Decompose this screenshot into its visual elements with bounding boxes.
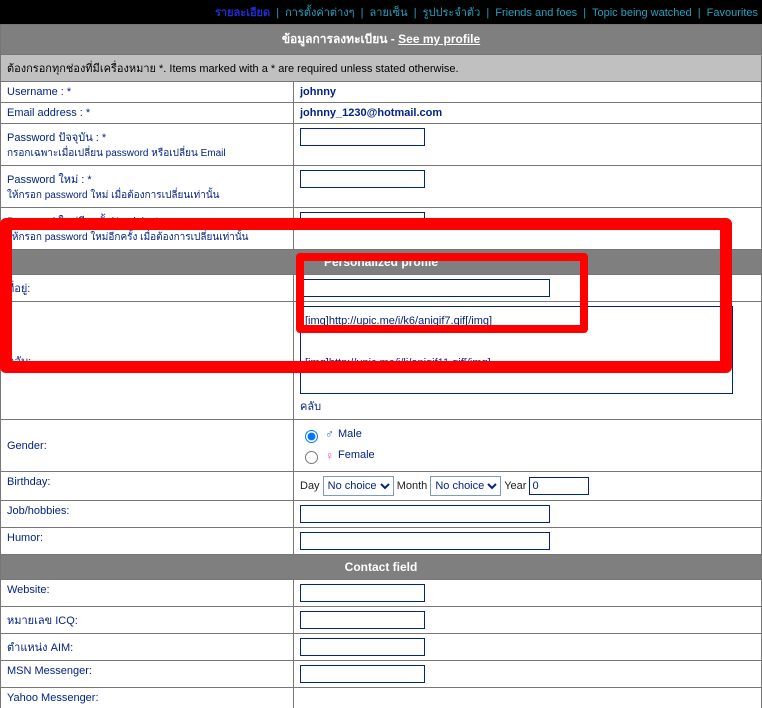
male-icon: ♂ [325, 424, 334, 446]
nav-signature[interactable]: ลายเซ็น [370, 7, 408, 19]
female-icon: ♀ [325, 446, 334, 468]
birthday-label: Birthday: [1, 472, 294, 501]
password-again-label: Password ใหม่อีกครั้ง(Again) : * ให้กรอก… [1, 208, 294, 250]
header-contact: Contact field [1, 555, 762, 580]
top-nav: รายละเอียด | การตั้งค่าต่างๆ | ลายเซ็น |… [0, 0, 762, 24]
password-again-input[interactable] [300, 212, 425, 230]
club-textarea[interactable] [300, 306, 733, 394]
club-label: คลับ: [1, 302, 294, 420]
day-select[interactable]: No choice [323, 476, 394, 496]
gender-female-text: Female [338, 446, 375, 466]
password-new-input[interactable] [300, 170, 425, 188]
gender-male-radio[interactable] [305, 430, 318, 443]
month-text: Month [397, 480, 428, 492]
username-label: Username : * [1, 82, 294, 103]
email-value: johnny_1230@hotmail.com [294, 103, 762, 124]
job-label: Job/hobbies: [1, 501, 294, 528]
password-current-label: Password ปัจจุบัน : * กรอกเฉพาะเมื่อเปลี… [1, 124, 294, 166]
header-personalized: Personalized profile [1, 250, 762, 275]
gender-male-text: Male [338, 425, 362, 445]
header-reginfo: ข้อมูลการลงทะเบียน - See my profile [1, 25, 762, 55]
location-label: ที่อยู่: [1, 275, 294, 302]
club-hint: คลับ [300, 397, 755, 415]
day-text: Day [300, 480, 320, 492]
email-label: Email address : * [1, 103, 294, 124]
year-text: Year [504, 480, 526, 492]
humor-label: Humor: [1, 528, 294, 555]
nav-favourites[interactable]: Favourites [707, 7, 758, 19]
nav-settings[interactable]: การตั้งค่าต่างๆ [285, 7, 354, 19]
aim-label: ตำแหน่ง AIM: [1, 634, 294, 661]
year-input[interactable] [529, 477, 589, 495]
aim-input[interactable] [300, 638, 425, 656]
msn-input[interactable] [300, 665, 425, 683]
nav-avatar[interactable]: รูปประจำตัว [423, 7, 481, 19]
gender-female-radio[interactable] [305, 451, 318, 464]
see-profile-link[interactable]: See my profile [398, 32, 480, 46]
gender-label: Gender: [1, 420, 294, 472]
icq-input[interactable] [300, 611, 425, 629]
icq-label: หมายเลข ICQ: [1, 607, 294, 634]
password-new-label: Password ใหม่ : * ให้กรอก password ใหม่ … [1, 166, 294, 208]
nav-friends[interactable]: Friends and foes [495, 7, 577, 19]
month-select[interactable]: No choice [430, 476, 501, 496]
password-current-input[interactable] [300, 128, 425, 146]
required-note: ต้องกรอกทุกช่องที่มีเครื่องหมาย *. Items… [1, 55, 762, 82]
nav-details[interactable]: รายละเอียด [215, 7, 270, 19]
msn-label: MSN Messenger: [1, 661, 294, 688]
location-input[interactable] [300, 279, 550, 297]
profile-table: ข้อมูลการลงทะเบียน - See my profile ต้อง… [0, 24, 762, 708]
job-input[interactable] [300, 505, 550, 523]
humor-input[interactable] [300, 532, 550, 550]
website-label: Website: [1, 580, 294, 607]
yahoo-label: Yahoo Messenger: [1, 688, 294, 708]
website-input[interactable] [300, 584, 425, 602]
username-value: johnny [294, 82, 762, 103]
nav-watched[interactable]: Topic being watched [592, 7, 692, 19]
